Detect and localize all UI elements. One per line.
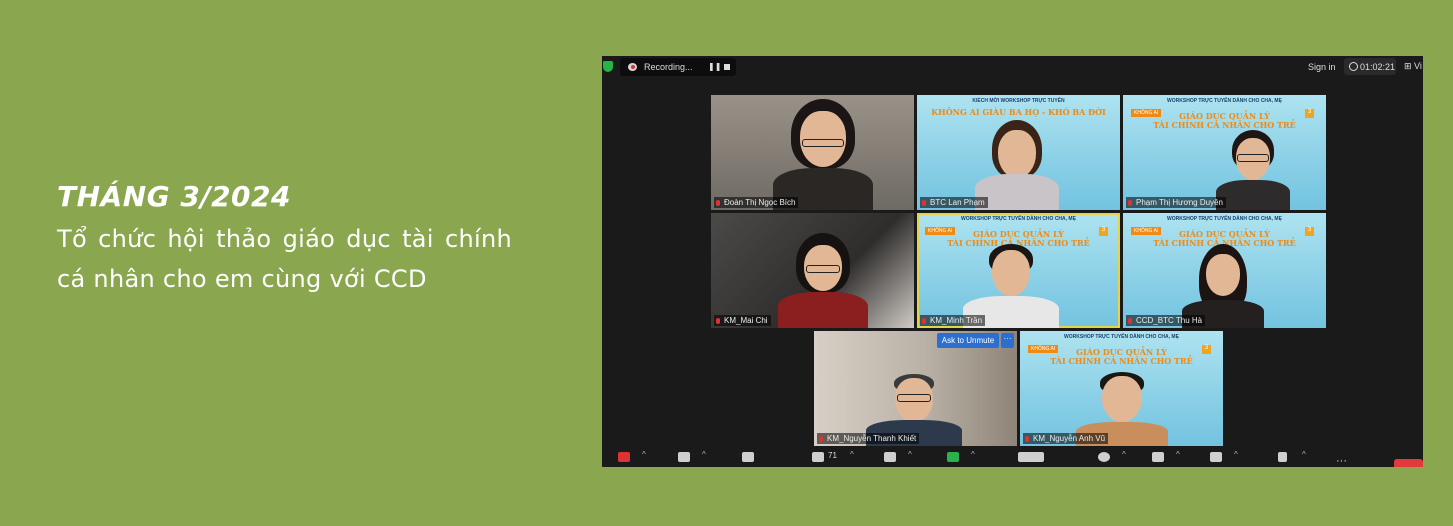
pause-record-button[interactable]: ❚❚ [708, 62, 721, 71]
notes-button[interactable]: ^ [1278, 450, 1306, 463]
participants-button[interactable]: 71 ^ [812, 450, 854, 463]
chevron-up-icon[interactable]: ^ [1122, 450, 1126, 459]
recording-indicator: Recording... ❚❚ [620, 58, 736, 76]
participant-name: KM_Nguyễn Thanh Khiết [817, 433, 920, 444]
sign-in-link[interactable]: Sign in [1308, 62, 1336, 72]
chevron-up-icon[interactable]: ^ [1302, 450, 1306, 459]
mic-muted-icon [819, 436, 823, 442]
view-label: Vi [1414, 61, 1422, 71]
more-options-button[interactable]: ··· [1001, 333, 1014, 348]
participant-name: Phạm Thị Hương Duyên [1126, 197, 1226, 208]
mic-muted-icon [922, 318, 926, 324]
more-button[interactable]: ··· [1336, 451, 1350, 467]
chevron-up-icon[interactable]: ^ [1176, 450, 1180, 459]
smile-icon [1098, 452, 1110, 462]
participant-name: KM_Nguyễn Anh Vũ [1023, 433, 1109, 444]
clock-icon [1349, 62, 1358, 71]
banner-title: KHÔNG AI GIÀU BA HỌ - KHÓ BA ĐỜI [931, 107, 1106, 117]
chat-icon [884, 452, 896, 462]
participants-count: 71 [828, 451, 837, 460]
participant-name: BTC Lan Phạm [920, 197, 988, 208]
shield-icon [742, 452, 754, 462]
whiteboard-button[interactable]: ^ [1210, 450, 1238, 463]
mic-muted-icon [1128, 200, 1132, 206]
participant-name: Đoàn Thị Ngọc Bích [714, 197, 799, 208]
banner-org: KIỂCH MỜI WORKSHOP TRỰC TUYẾN [972, 98, 1065, 104]
reactions-button[interactable]: ^ [1098, 450, 1126, 463]
pause-stop-icon [1018, 452, 1044, 462]
mic-muted-icon [1025, 436, 1029, 442]
banner-org: WORKSHOP TRỰC TUYẾN DÀNH CHO CHA, MẸ [961, 216, 1076, 222]
caption: THÁNG 3/2024 Tổ chức hội thảo giáo dục t… [57, 180, 512, 299]
participant-name: CCD_BTC Thu Hà [1126, 315, 1206, 326]
participant-tile[interactable]: WORKSHOP TRỰC TUYẾN DÀNH CHO CHA, MẸ KHÔ… [1020, 331, 1223, 446]
chevron-up-icon[interactable]: ^ [908, 450, 912, 459]
chevron-up-icon[interactable]: ^ [971, 450, 975, 459]
participant-tile[interactable]: Đoàn Thị Ngọc Bích [711, 95, 914, 210]
chevron-up-icon[interactable]: ^ [850, 450, 854, 459]
end-meeting-button[interactable] [1394, 459, 1423, 467]
participant-video [768, 95, 878, 210]
caption-description: Tổ chức hội thảo giáo dục tài chính cá n… [57, 225, 512, 293]
chevron-up-icon[interactable]: ^ [1234, 450, 1238, 459]
expand-icon [1152, 452, 1164, 462]
ask-to-unmute-button[interactable]: Ask to Unmute [937, 333, 999, 348]
chat-button[interactable]: ^ [884, 450, 912, 463]
chevron-up-icon[interactable]: ^ [702, 450, 706, 459]
timer-value: 01:02:21 [1360, 62, 1396, 72]
stop-record-button[interactable] [724, 64, 730, 70]
participant-name: KM_Minh Trần [920, 315, 986, 326]
participant-video [773, 233, 873, 328]
banner-org: WORKSHOP TRỰC TUYẾN DÀNH CHO CHA, MẸ [1167, 216, 1282, 222]
more-icon: ··· [1336, 455, 1347, 467]
video-button[interactable]: ^ [678, 450, 706, 463]
share-screen-button[interactable]: ^ [947, 450, 975, 463]
whiteboard-icon [1210, 452, 1222, 462]
mute-button[interactable]: ^ [618, 450, 646, 463]
calendar-icon: 3 [1305, 109, 1314, 118]
banner-org: WORKSHOP TRỰC TUYẾN DÀNH CHO CHA, MẸ [1064, 334, 1179, 340]
recording-label: Recording... [644, 62, 693, 72]
notes-icon [1278, 452, 1287, 462]
share-arrow-icon [947, 452, 959, 462]
participant-tile[interactable]: WORKSHOP TRỰC TUYẾN DÀNH CHO CHA, MẸ KHÔ… [917, 213, 1120, 328]
participant-tile[interactable]: WORKSHOP TRỰC TUYẾN DÀNH CHO CHA, MẸ KHÔ… [1123, 95, 1326, 210]
top-bar: Recording... ❚❚ Sign in 01:02:21 ⊞ Vi [602, 56, 1423, 78]
meeting-toolbar: ^ ^ 71 ^ ^ ^ ^ ^ ^ ^ ··· [602, 450, 1423, 467]
participant-tile[interactable]: KM_Nguyễn Thanh Khiết [814, 331, 1017, 446]
mic-muted-icon [1128, 318, 1132, 324]
meeting-timer: 01:02:21 [1344, 58, 1396, 75]
zoom-window: Recording... ❚❚ Sign in 01:02:21 ⊞ Vi Đo… [602, 56, 1423, 467]
mic-muted-icon [716, 318, 720, 324]
mic-muted-icon [922, 200, 926, 206]
shield-icon[interactable] [603, 61, 613, 72]
record-button[interactable] [1018, 451, 1044, 463]
caption-date: THÁNG 3/2024 [57, 180, 292, 213]
calendar-icon: 3 [1099, 227, 1108, 236]
banner-org: WORKSHOP TRỰC TUYẾN DÀNH CHO CHA, MẸ [1167, 98, 1282, 104]
banner-title: GIÁO DỤC QUẢN LÝ TÀI CHÍNH CÁ NHÂN CHO TR… [1153, 111, 1296, 130]
mic-muted-icon [716, 200, 720, 206]
people-icon [812, 452, 824, 462]
chevron-up-icon[interactable]: ^ [642, 450, 646, 459]
view-button[interactable]: ⊞ Vi [1404, 61, 1422, 72]
cloud-record-icon [628, 63, 637, 71]
security-button[interactable] [742, 451, 756, 463]
camera-icon [678, 452, 690, 462]
participant-name: KM_Mai Chi [714, 315, 771, 326]
calendar-icon: 3 [1305, 227, 1314, 236]
banner-title: GIÁO DỤC QUẢN LÝ TÀI CHÍNH CÁ NHÂN CHO TR… [1050, 347, 1193, 366]
microphone-icon [618, 452, 630, 462]
participant-tile[interactable]: KM_Mai Chi [711, 213, 914, 328]
calendar-icon: 3 [1202, 345, 1211, 354]
participant-tile[interactable]: WORKSHOP TRỰC TUYẾN DÀNH CHO CHA, MẸ KHÔ… [1123, 213, 1326, 328]
participant-tile[interactable]: KIỂCH MỜI WORKSHOP TRỰC TUYẾN KHÔNG AI G… [917, 95, 1120, 210]
view-button[interactable]: ^ [1152, 450, 1180, 463]
